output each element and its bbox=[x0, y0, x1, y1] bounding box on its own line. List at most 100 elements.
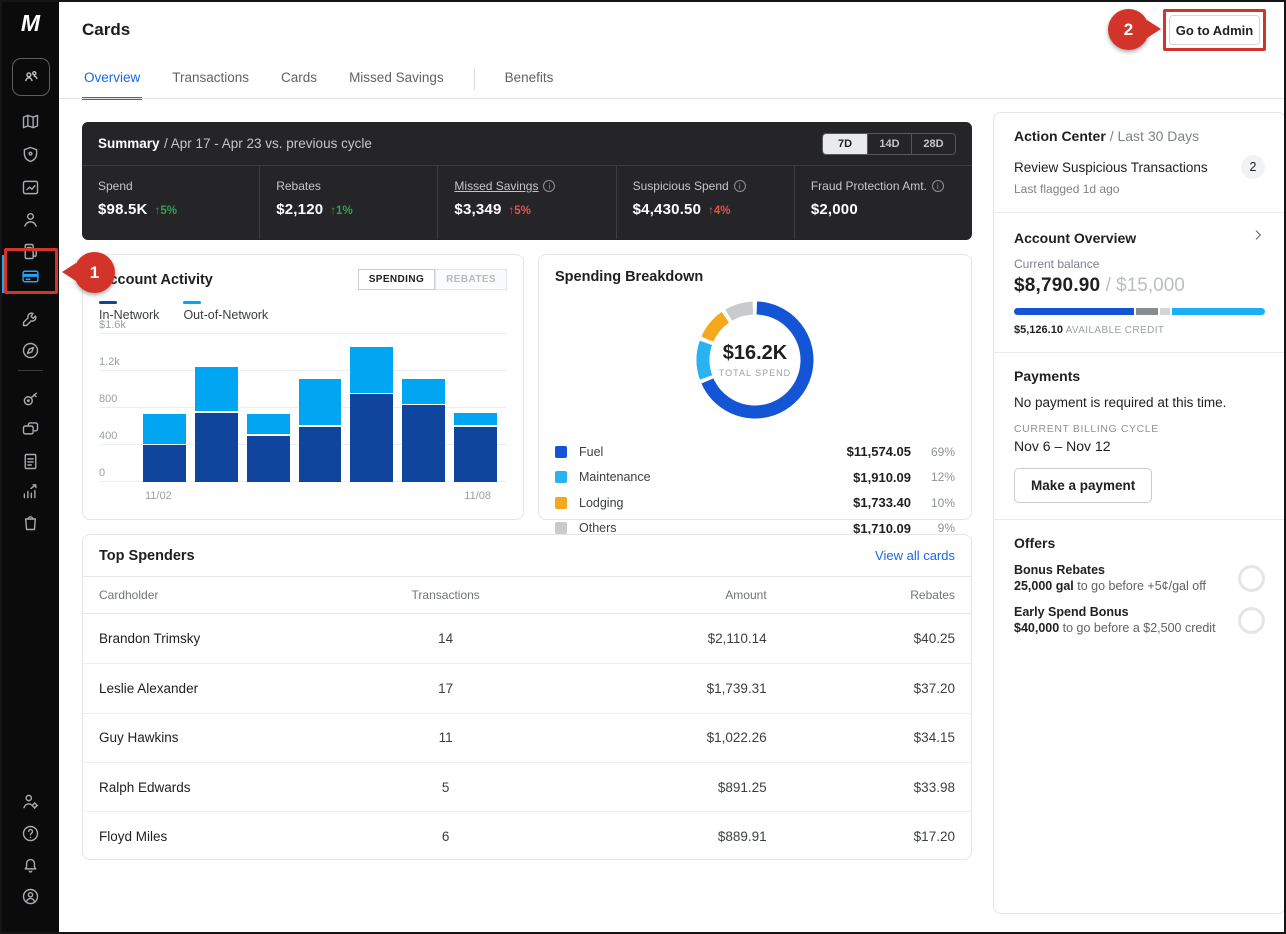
sidebar-item-compass[interactable] bbox=[2, 335, 59, 365]
sidebar-item-team[interactable] bbox=[12, 58, 50, 96]
credit-usage-progress-bar bbox=[1014, 308, 1265, 315]
bar-day-6[interactable] bbox=[402, 379, 445, 482]
sidebar-item-wrench[interactable] bbox=[2, 303, 59, 333]
bar-day-2[interactable] bbox=[195, 367, 238, 482]
account-overview-section: Account Overview Current balance $8,790.… bbox=[994, 213, 1285, 353]
column-header-amount: Amount bbox=[536, 588, 767, 602]
y-axis-tick: 0 bbox=[99, 467, 105, 479]
sidebar-item-user-settings[interactable] bbox=[2, 786, 59, 816]
payments-title: Payments bbox=[1014, 368, 1265, 384]
bar-day-1[interactable] bbox=[143, 414, 186, 482]
offers-title: Offers bbox=[1014, 535, 1265, 551]
sidebar-item-analytics[interactable] bbox=[2, 476, 59, 506]
action-center-title: Action Center / Last 30 Days bbox=[1014, 128, 1265, 144]
transactions-count: 6 bbox=[356, 829, 536, 844]
action-center-section: Action Center / Last 30 Days Review Susp… bbox=[994, 113, 1285, 213]
tab-separator bbox=[474, 68, 475, 90]
sidebar-item-chat[interactable] bbox=[2, 414, 59, 444]
billing-cycle-label: CURRENT BILLING CYCLE bbox=[1014, 423, 1265, 435]
offer-bonus-rebates[interactable]: Bonus Rebates25,000 gal to go before +5¢… bbox=[1014, 563, 1265, 593]
sidebar-item-whistle[interactable] bbox=[2, 383, 59, 413]
sidebar-item-bell[interactable] bbox=[2, 849, 59, 879]
summary-metric-missed-savings: Missed Savingsi$3,349↑5% bbox=[437, 166, 615, 239]
time-range-7d[interactable]: 7D bbox=[823, 134, 867, 154]
bar-day-5[interactable] bbox=[350, 347, 393, 482]
current-balance-label: Current balance bbox=[1014, 257, 1265, 271]
rebates-value: $17.20 bbox=[767, 829, 955, 844]
donut-center-label: $16.2K TOTAL SPEND bbox=[688, 293, 822, 427]
offer-early-spend-bonus[interactable]: Early Spend Bonus$40,000 to go before a … bbox=[1014, 605, 1265, 635]
offer-progress-ring bbox=[1238, 607, 1265, 634]
amount-value: $889.91 bbox=[536, 829, 767, 844]
bar-day-7[interactable] bbox=[454, 413, 497, 482]
app-window: M Cards Go to Admin OverviewTransactions… bbox=[0, 0, 1286, 934]
payment-status-text: No payment is required at this time. bbox=[1014, 395, 1265, 410]
progress-segment-4 bbox=[1172, 308, 1265, 315]
cardholder-name: Ralph Edwards bbox=[99, 780, 356, 795]
sidebar-item-shield[interactable] bbox=[2, 139, 59, 169]
table-header-row: CardholderTransactionsAmountRebates bbox=[83, 576, 971, 614]
amount-value: $1,022.26 bbox=[536, 730, 767, 745]
time-range-14d[interactable]: 14D bbox=[867, 134, 911, 154]
table-row[interactable]: Brandon Trimsky14$2,110.14$40.25 bbox=[83, 614, 971, 663]
sidebar-item-account[interactable] bbox=[2, 881, 59, 911]
x-axis-labels: 11/02 11/08 bbox=[99, 486, 507, 504]
tab-transactions[interactable]: Transactions bbox=[170, 62, 251, 97]
donut-legend: Fuel$11,574.0569%Maintenance$1,910.0912%… bbox=[555, 439, 955, 541]
top-spenders-title: Top Spenders bbox=[99, 548, 195, 564]
donut-legend-row-lodging: Lodging$1,733.4010% bbox=[555, 490, 955, 516]
table-row[interactable]: Floyd Miles6$889.91$17.20 bbox=[83, 811, 971, 860]
toggle-spending[interactable]: SPENDING bbox=[358, 269, 435, 290]
make-a-payment-button[interactable]: Make a payment bbox=[1014, 468, 1152, 503]
amount-value: $891.25 bbox=[536, 780, 767, 795]
account-overview-title: Account Overview bbox=[1014, 230, 1136, 246]
amount-value: $1,739.31 bbox=[536, 681, 767, 696]
summary-title: Summary / Apr 17 - Apr 23 vs. previous c… bbox=[98, 135, 372, 153]
sidebar-item-document[interactable] bbox=[2, 446, 59, 476]
transactions-count: 5 bbox=[356, 780, 536, 795]
info-icon[interactable]: i bbox=[932, 180, 944, 192]
tab-benefits[interactable]: Benefits bbox=[503, 62, 556, 97]
chat-icon bbox=[20, 419, 41, 440]
info-icon[interactable]: i bbox=[734, 180, 746, 192]
rebates-value: $34.15 bbox=[767, 730, 955, 745]
annotation-rect-cards-nav bbox=[4, 248, 58, 294]
sidebar-item-shopping-bag[interactable] bbox=[2, 507, 59, 537]
table-row[interactable]: Guy Hawkins11$1,022.26$34.15 bbox=[83, 713, 971, 762]
cardholder-name: Leslie Alexander bbox=[99, 681, 356, 696]
chevron-right-icon[interactable] bbox=[1251, 228, 1265, 247]
rebates-value: $40.25 bbox=[767, 631, 955, 646]
sidebar-item-dashboard[interactable] bbox=[2, 172, 59, 202]
tab-overview[interactable]: Overview bbox=[82, 62, 142, 100]
toggle-rebates[interactable]: REBATES bbox=[435, 269, 507, 290]
offers-section: Offers Bonus Rebates25,000 gal to go bef… bbox=[994, 520, 1285, 651]
team-icon bbox=[21, 67, 42, 88]
shield-icon bbox=[20, 144, 41, 165]
sidebar-item-help[interactable] bbox=[2, 818, 59, 848]
legend-out-of-network: Out-of-Network bbox=[183, 301, 268, 322]
user-icon bbox=[20, 209, 41, 230]
info-icon[interactable]: i bbox=[543, 180, 555, 192]
summary-card: Summary / Apr 17 - Apr 23 vs. previous c… bbox=[82, 122, 972, 240]
sidebar-item-user[interactable] bbox=[2, 204, 59, 234]
transactions-count: 17 bbox=[356, 681, 536, 696]
wrench-icon bbox=[20, 308, 41, 329]
review-suspicious-transactions-item[interactable]: Review Suspicious Transactions 2 bbox=[1014, 155, 1265, 179]
table-row[interactable]: Leslie Alexander17$1,739.31$37.20 bbox=[83, 663, 971, 712]
spending-rebates-toggle: SPENDINGREBATES bbox=[358, 269, 507, 290]
tab-cards[interactable]: Cards bbox=[279, 62, 319, 97]
bar-day-3[interactable] bbox=[247, 414, 290, 482]
column-header-cardholder: Cardholder bbox=[99, 588, 356, 602]
time-range-28d[interactable]: 28D bbox=[911, 134, 955, 154]
analytics-icon bbox=[20, 481, 41, 502]
cardholder-name: Guy Hawkins bbox=[99, 730, 356, 745]
tab-missed-savings[interactable]: Missed Savings bbox=[347, 62, 446, 97]
view-all-cards-link[interactable]: View all cards bbox=[875, 548, 955, 563]
bell-icon bbox=[20, 854, 41, 875]
sidebar-divider bbox=[18, 370, 43, 371]
annotation-callout-2: 2 bbox=[1108, 9, 1149, 50]
table-row[interactable]: Ralph Edwards5$891.25$33.98 bbox=[83, 762, 971, 811]
bar-day-4[interactable] bbox=[299, 379, 342, 482]
sidebar-item-map[interactable] bbox=[2, 106, 59, 136]
help-icon bbox=[20, 823, 41, 844]
